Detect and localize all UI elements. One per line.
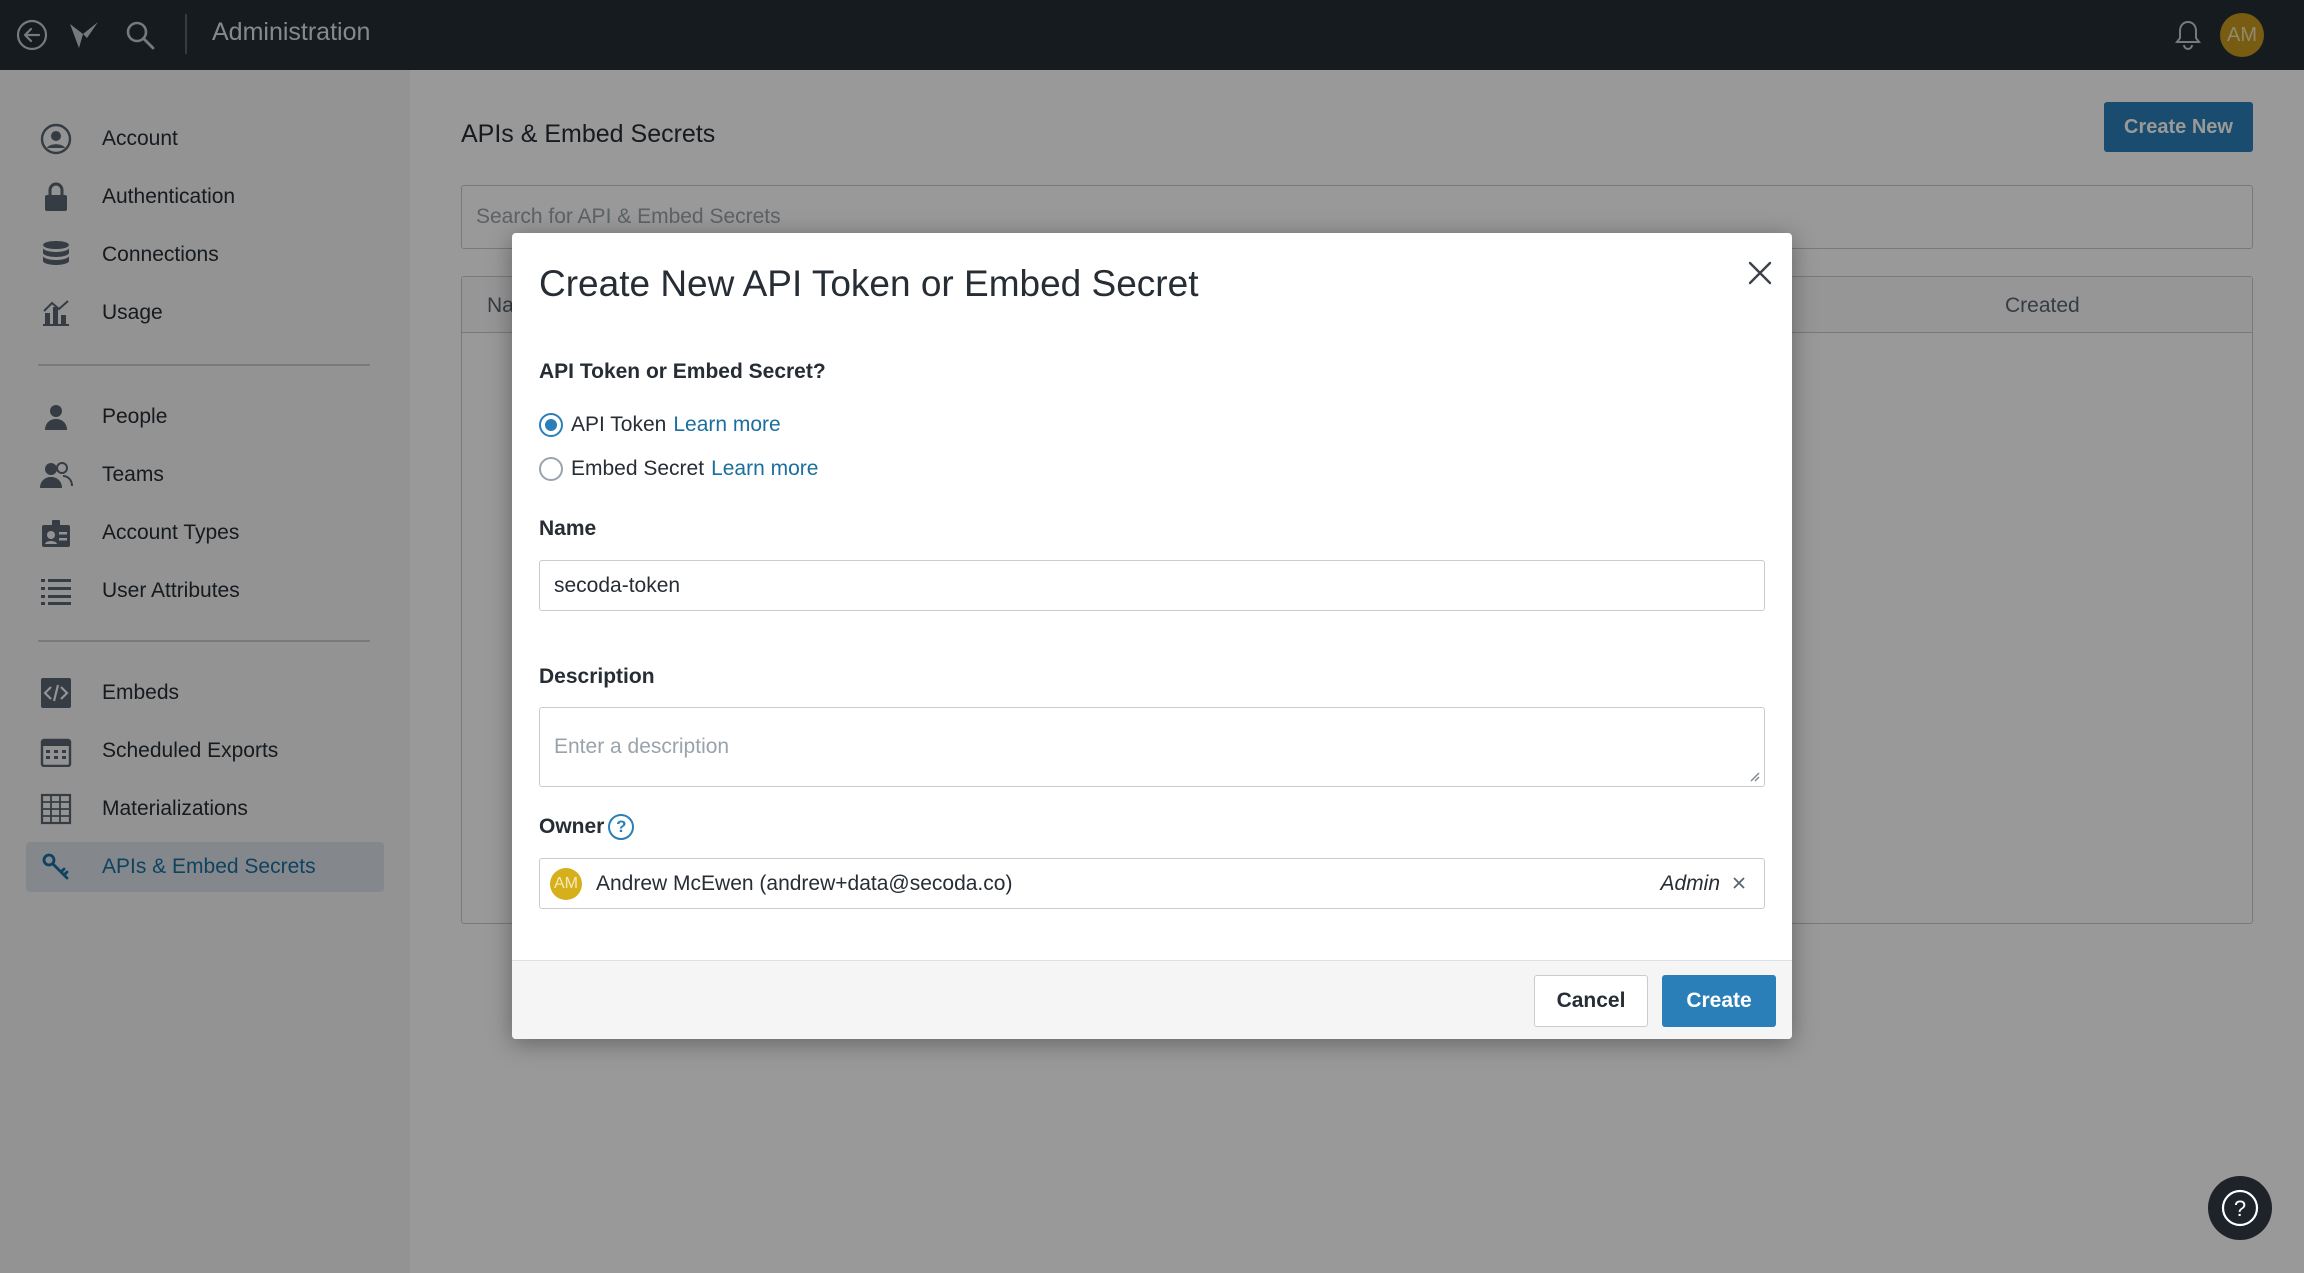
create-button[interactable]: Create [1662,975,1776,1027]
name-value: secoda-token [554,573,681,597]
help-button[interactable]: ? [2208,1176,2272,1240]
help-icon[interactable]: ? [608,814,635,840]
owner-role: Admin [1660,871,1720,895]
description-textarea[interactable]: Enter a description [539,707,1765,787]
close-icon[interactable] [1740,253,1780,293]
token-type-label: API Token or Embed Secret? [539,360,826,383]
radio-label[interactable]: Embed Secret [571,457,704,481]
description-placeholder: Enter a description [554,735,730,758]
cancel-button[interactable]: Cancel [1534,975,1648,1027]
owner-name: Andrew McEwen (andrew+data@secoda.co) [596,871,1013,895]
radio-button[interactable] [539,413,563,437]
learn-more-link[interactable]: Learn more [711,457,818,481]
learn-more-link[interactable]: Learn more [673,413,780,437]
radio-button[interactable] [539,457,563,481]
question-icon: ? [2221,1189,2259,1227]
modal-footer: Cancel Create [512,960,1792,1039]
resize-grip-icon[interactable] [1748,770,1760,782]
name-label: Name [539,517,597,540]
description-label: Description [539,665,655,688]
svg-text:?: ? [2234,1196,2246,1221]
radio-embed-secret[interactable]: Embed Secret Learn more [539,457,818,481]
owner-label-row: Owner ? [539,814,635,840]
owner-avatar: AM [550,867,582,900]
create-token-modal: Create New API Token or Embed Secret API… [512,233,1792,1039]
name-input[interactable]: secoda-token [539,560,1765,611]
owner-label: Owner [539,815,605,838]
radio-label[interactable]: API Token [571,413,666,437]
modal-title: Create New API Token or Embed Secret [539,263,1199,304]
owner-select[interactable]: AM Andrew McEwen (andrew+data@secoda.co)… [539,858,1765,909]
radio-api-token[interactable]: API Token Learn more [539,413,781,437]
clear-owner-icon[interactable] [1728,872,1750,894]
